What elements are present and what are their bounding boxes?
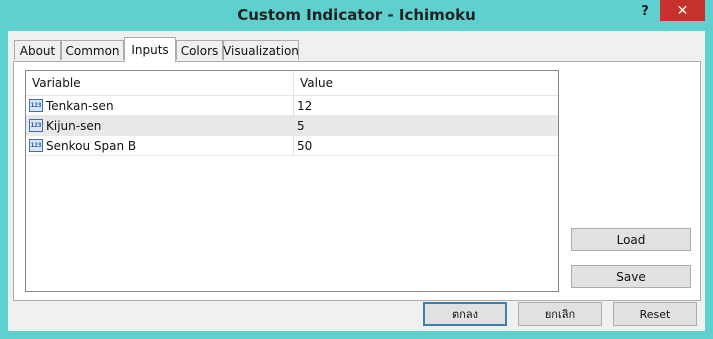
variable-value[interactable]: 5 — [297, 116, 305, 136]
variable-value[interactable]: 12 — [297, 96, 312, 116]
reset-button[interactable]: Reset — [613, 302, 697, 326]
numeric-parameter-icon: 123 — [29, 119, 43, 132]
cell-divider — [293, 96, 294, 116]
inputs-grid: Variable Value 123 Tenkan-sen 12 123 Kij… — [25, 70, 559, 292]
variable-value[interactable]: 50 — [297, 136, 312, 156]
column-header-value[interactable]: Value — [294, 71, 558, 95]
column-header-variable[interactable]: Variable — [26, 71, 293, 95]
numeric-parameter-icon: 123 — [29, 139, 43, 152]
tab-common[interactable]: Common — [61, 40, 124, 60]
tab-colors[interactable]: Colors — [176, 40, 223, 60]
inputs-panel: Variable Value 123 Tenkan-sen 12 123 Kij… — [13, 61, 701, 301]
numeric-parameter-icon: 123 — [29, 99, 43, 112]
grid-header: Variable Value — [26, 71, 558, 96]
cell-divider — [293, 136, 294, 156]
variable-name: Senkou Span B — [46, 139, 137, 153]
tab-about[interactable]: About — [14, 40, 61, 60]
variable-name: Tenkan-sen — [46, 99, 114, 113]
help-button[interactable]: ? — [632, 0, 658, 22]
save-button[interactable]: Save — [571, 265, 691, 288]
load-button[interactable]: Load — [571, 228, 691, 251]
ok-button[interactable]: ตกลง — [423, 302, 507, 326]
table-row[interactable]: 123 Senkou Span B 50 — [26, 136, 558, 156]
dialog-window: Custom Indicator - Ichimoku ? ✕ About Co… — [0, 0, 713, 339]
tab-inputs[interactable]: Inputs — [124, 37, 176, 62]
cancel-button[interactable]: ยกเลิก — [518, 302, 602, 326]
variable-name: Kijun-sen — [46, 119, 102, 133]
table-row[interactable]: 123 Kijun-sen 5 — [26, 116, 558, 136]
window-title: Custom Indicator - Ichimoku — [237, 6, 476, 24]
cell-divider — [293, 116, 294, 136]
tab-visualization[interactable]: Visualization — [223, 40, 299, 60]
title-bar[interactable]: Custom Indicator - Ichimoku ? ✕ — [0, 0, 713, 32]
table-row[interactable]: 123 Tenkan-sen 12 — [26, 96, 558, 116]
dialog-client-area: About Common Inputs Colors Visualization… — [8, 31, 705, 331]
close-button[interactable]: ✕ — [660, 0, 705, 21]
